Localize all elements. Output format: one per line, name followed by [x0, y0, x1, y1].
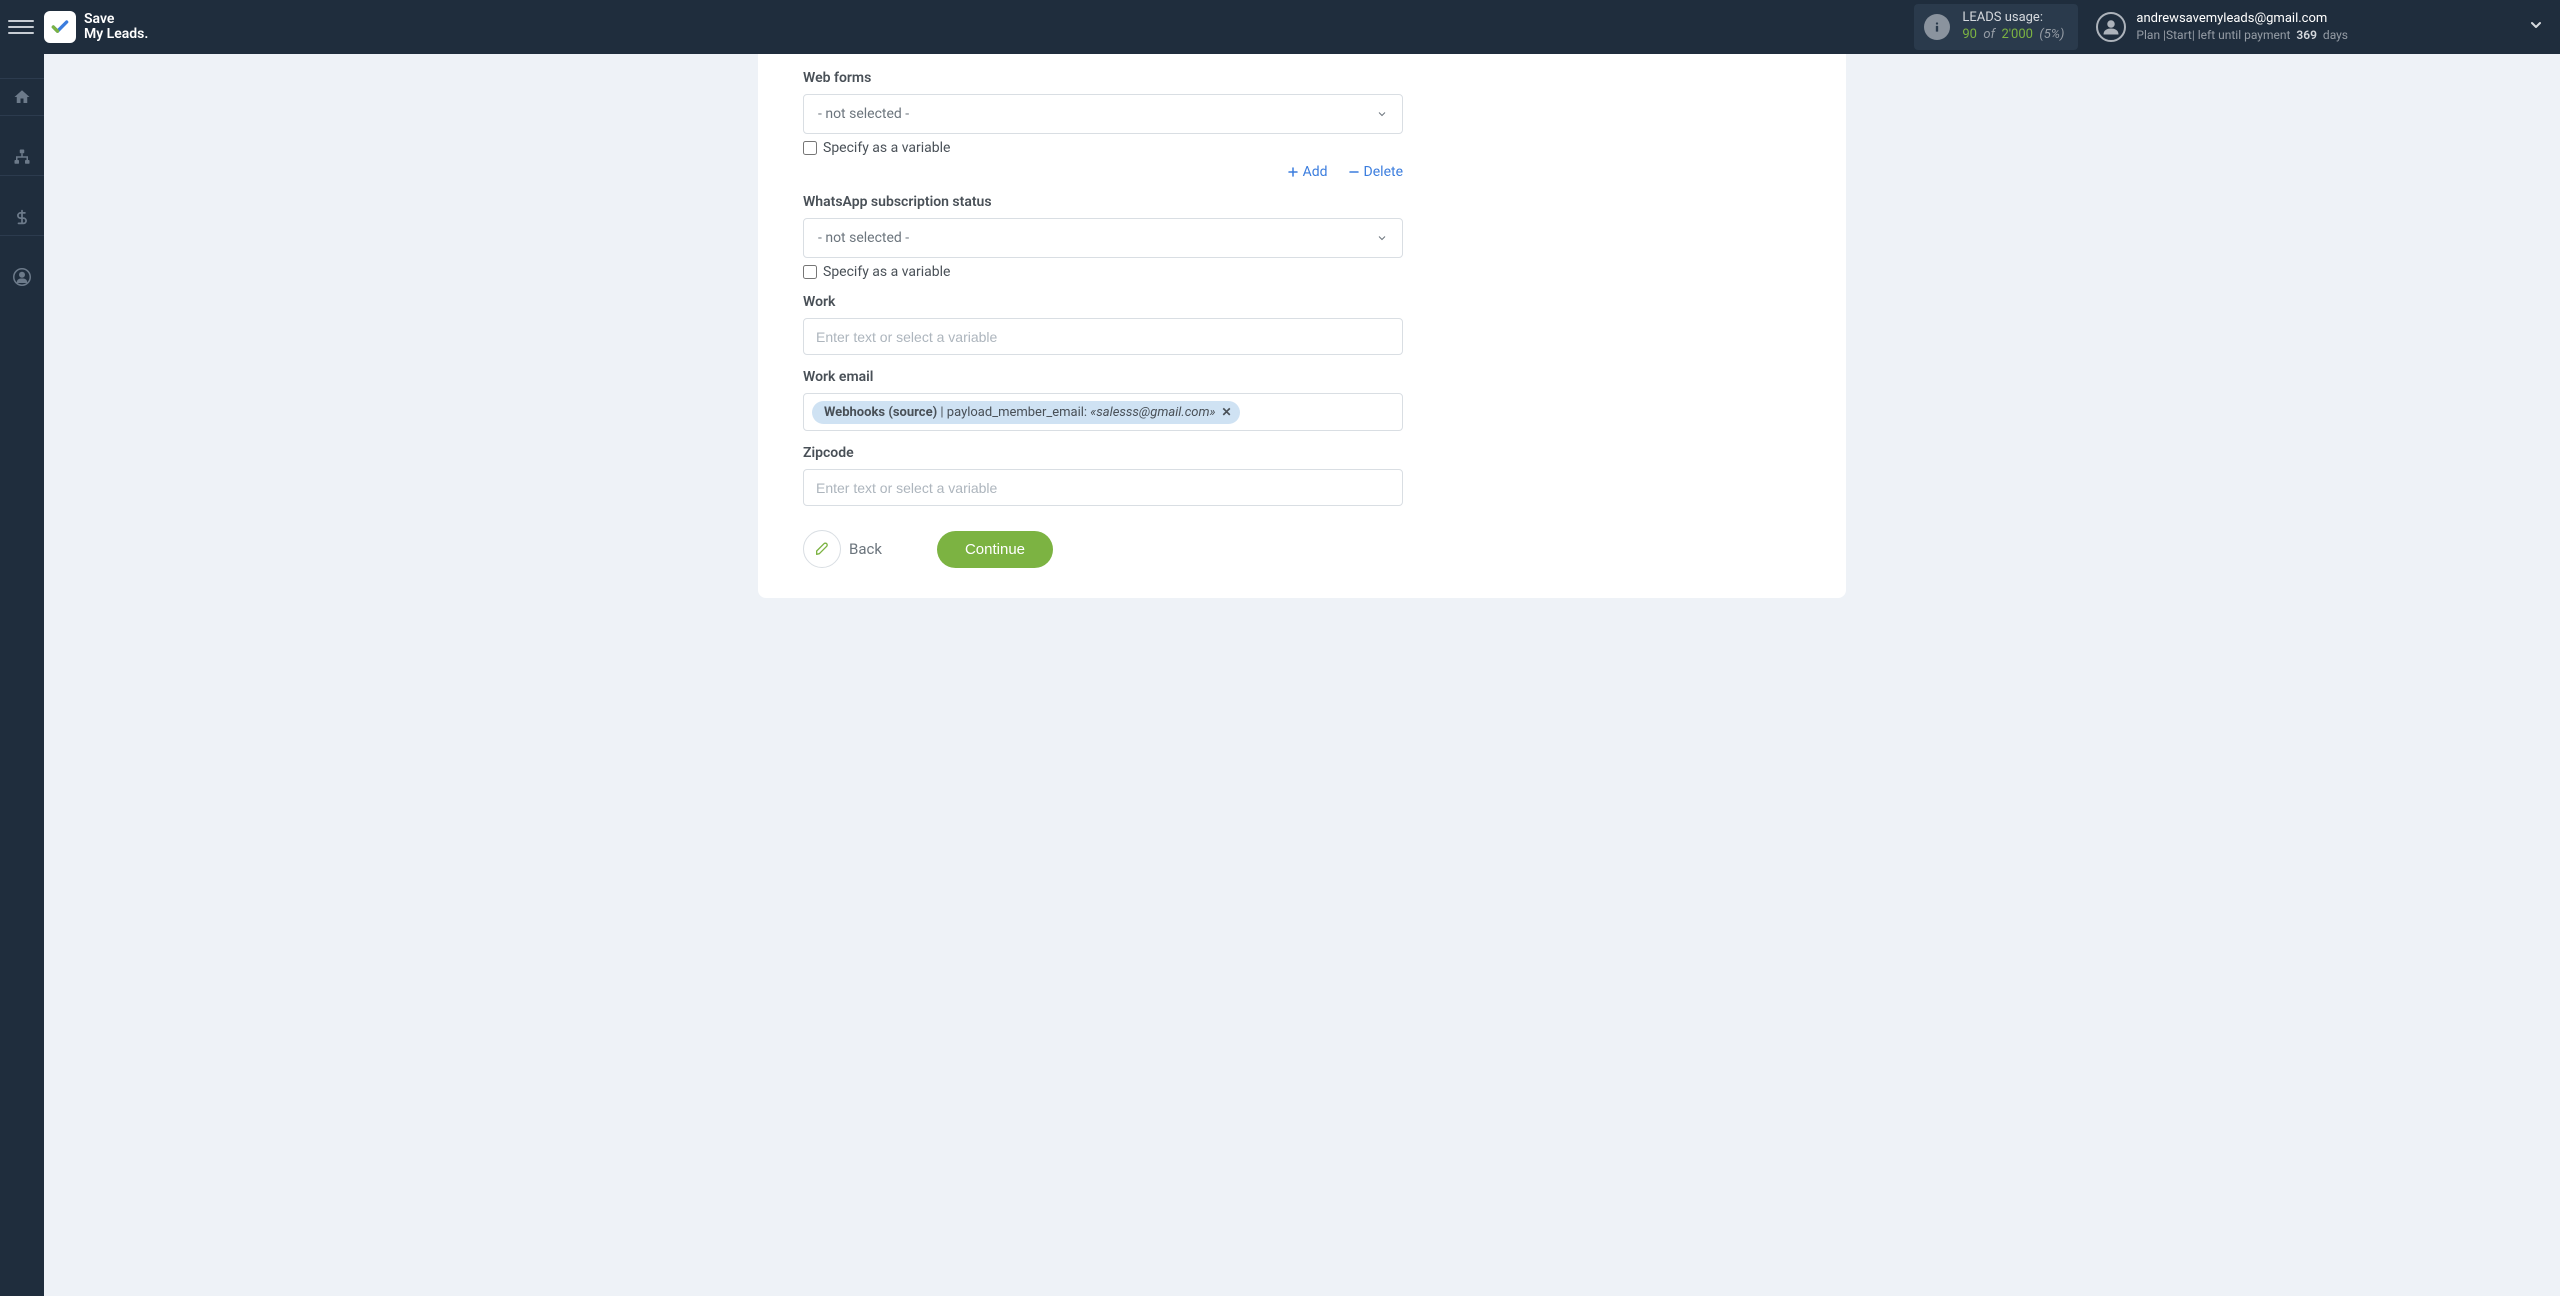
user-plan: Plan |Start| left until payment 369 days	[2136, 28, 2348, 44]
add-button[interactable]: Add	[1287, 164, 1328, 180]
sidebar-item-home[interactable]	[0, 78, 44, 116]
logo-icon	[44, 11, 76, 43]
info-icon	[1924, 14, 1950, 40]
field-work-email: Work email Webhooks (source) | payload_m…	[803, 369, 1403, 431]
field-whatsapp-status: WhatsApp subscription status - not selec…	[803, 194, 1403, 280]
app-header: Save My Leads. LEADS usage: 90 of 2'000 …	[0, 0, 2560, 54]
field-label: Work email	[803, 369, 1403, 385]
variable-tag: Webhooks (source) | payload_member_email…	[812, 401, 1240, 424]
menu-toggle-button[interactable]	[8, 14, 34, 40]
sidebar-item-connections[interactable]	[0, 138, 44, 176]
whatsapp-status-select[interactable]: - not selected -	[803, 218, 1403, 258]
leads-usage-value: 90 of 2'000 (5%)	[1962, 27, 2064, 44]
work-input[interactable]	[803, 318, 1403, 355]
work-email-input[interactable]: Webhooks (source) | payload_member_email…	[803, 393, 1403, 431]
main-content: Web forms - not selected - Specify as a …	[44, 54, 2560, 638]
form-card: Web forms - not selected - Specify as a …	[758, 54, 1846, 598]
field-label: WhatsApp subscription status	[803, 194, 1403, 210]
field-web-forms: Web forms - not selected - Specify as a …	[803, 70, 1403, 180]
delete-button[interactable]: Delete	[1348, 164, 1403, 180]
sidebar-item-billing[interactable]	[0, 198, 44, 236]
leads-usage-badge[interactable]: LEADS usage: 90 of 2'000 (5%)	[1914, 4, 2078, 50]
sidebar	[0, 54, 44, 1296]
specify-variable-checkbox[interactable]: Specify as a variable	[803, 140, 1403, 156]
field-work: Work	[803, 294, 1403, 355]
select-value: - not selected -	[818, 106, 909, 122]
field-label: Work	[803, 294, 1403, 310]
chevron-down-icon	[1376, 232, 1388, 244]
pencil-icon	[803, 530, 841, 568]
field-zipcode: Zipcode	[803, 445, 1403, 506]
zipcode-input[interactable]	[803, 469, 1403, 506]
checkbox-input[interactable]	[803, 265, 817, 279]
continue-button[interactable]: Continue	[937, 531, 1053, 568]
specify-variable-checkbox[interactable]: Specify as a variable	[803, 264, 1403, 280]
sidebar-item-account[interactable]	[0, 258, 44, 296]
avatar-icon	[2096, 12, 2126, 42]
user-email: andrewsavemyleads@gmail.com	[2136, 11, 2348, 28]
back-button[interactable]: Back	[803, 530, 882, 568]
chevron-down-icon	[1376, 108, 1388, 120]
field-label: Zipcode	[803, 445, 1403, 461]
minus-icon	[1348, 166, 1360, 178]
select-value: - not selected -	[818, 230, 909, 246]
field-label: Web forms	[803, 70, 1403, 86]
checkbox-input[interactable]	[803, 141, 817, 155]
user-menu[interactable]: andrewsavemyleads@gmail.com Plan |Start|…	[2096, 11, 2348, 43]
remove-tag-button[interactable]: ✕	[1222, 405, 1232, 419]
plus-icon	[1287, 166, 1299, 178]
web-forms-select[interactable]: - not selected -	[803, 94, 1403, 134]
chevron-down-icon[interactable]	[2528, 17, 2544, 37]
leads-usage-label: LEADS usage:	[1962, 10, 2064, 27]
logo[interactable]: Save My Leads.	[44, 11, 148, 43]
logo-text: Save My Leads.	[84, 12, 148, 43]
